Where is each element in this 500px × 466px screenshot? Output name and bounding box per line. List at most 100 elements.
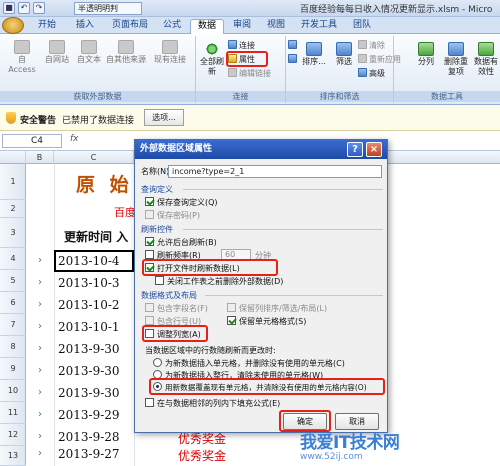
preserve-cell-format-checkbox[interactable]: 保留单元格格式(S) <box>227 316 306 327</box>
connections-button[interactable]: 连接 <box>228 40 255 51</box>
remove-duplicates-button[interactable]: 删除重复项 <box>442 42 470 77</box>
from-web-button[interactable]: 自网站 <box>42 40 72 65</box>
sort-az-icon[interactable] <box>288 40 299 51</box>
data-validation-button[interactable]: 数据有效性 <box>472 42 500 77</box>
help-icon[interactable]: ? <box>347 142 363 157</box>
custom-toolbar-box[interactable]: 半透明明判 <box>74 2 142 15</box>
clear-button[interactable]: 清除 <box>358 40 385 51</box>
date-cell[interactable]: 2013-9-30 <box>58 342 120 356</box>
date-cell[interactable]: 2013-10-2 <box>58 298 120 312</box>
date-cell[interactable]: 2013-10-4 <box>58 254 120 268</box>
refresh-all-button[interactable]: 全部刷新 <box>198 42 226 77</box>
close-icon[interactable]: × <box>366 142 382 157</box>
date-cell[interactable]: 2013-9-30 <box>58 386 120 400</box>
select-all-corner[interactable] <box>0 151 26 164</box>
sort-button[interactable]: 排序... <box>300 42 328 67</box>
office-button[interactable] <box>2 17 24 34</box>
date-cell[interactable]: 2013-9-30 <box>58 364 120 378</box>
query-section-title: 查询定义 <box>141 185 173 194</box>
background-refresh-checkbox[interactable]: 允许后台刷新(B) <box>145 237 217 248</box>
name-box[interactable]: C4 <box>2 134 62 148</box>
from-other-sources-button[interactable]: 自其他来源 <box>106 40 146 65</box>
sort-za-icon[interactable] <box>288 54 299 65</box>
checkbox-icon <box>145 316 154 325</box>
include-field-names-checkbox[interactable]: 包含字段名(F) <box>145 303 208 314</box>
row-header[interactable]: 3 <box>0 218 26 248</box>
row-header[interactable]: 9 <box>0 358 26 380</box>
redo-icon[interactable]: ↷ <box>33 2 45 14</box>
tab-home[interactable]: 开始 <box>32 19 62 34</box>
row-header[interactable]: 8 <box>0 336 26 358</box>
filter-icon <box>336 42 352 56</box>
filter-button[interactable]: 筛选 <box>332 42 356 67</box>
column-header-b[interactable]: B <box>26 151 54 164</box>
date-cell[interactable]: 2013-10-1 <box>58 320 120 334</box>
sort-icon <box>306 42 322 56</box>
fill-formulas-checkbox[interactable]: 在与数据相邻的列内下填充公式(E) <box>145 398 280 409</box>
column-header-c[interactable]: C <box>54 151 134 164</box>
insert-cells-radio[interactable]: 为新数据插入单元格，并删除没有使用的单元格(C) <box>153 358 345 369</box>
tab-insert[interactable]: 插入 <box>70 19 100 34</box>
date-cell[interactable]: 2013-9-27 <box>58 447 120 461</box>
excel-window: ■ ↶ ↷ 半透明明判 百度经验每每日收入情况更新显示.xlsm - Micro… <box>0 0 500 466</box>
undo-icon[interactable]: ↶ <box>18 2 30 14</box>
row-header[interactable]: 6 <box>0 292 26 314</box>
name-input[interactable]: income?type=2_1 <box>168 165 382 178</box>
split-icon <box>418 42 434 56</box>
security-warning-bar: 安全警告 已禁用了数据连接 选项... <box>0 105 500 131</box>
save-query-checkbox[interactable]: 保存查询定义(Q) <box>145 197 218 208</box>
checkbox-icon <box>145 210 154 219</box>
checkbox-icon <box>227 303 236 312</box>
highlight-properties <box>226 51 268 67</box>
tab-formulas[interactable]: 公式 <box>158 19 186 34</box>
row-header[interactable]: 13 <box>0 446 26 466</box>
tab-developer[interactable]: 开发工具 <box>296 19 342 34</box>
group-label-connections: 连接 <box>196 91 285 102</box>
security-message: 已禁用了数据连接 <box>62 116 135 126</box>
advanced-button[interactable]: 高级 <box>358 68 385 79</box>
group-label-external: 获取外部数据 <box>0 91 195 102</box>
sheet-title: 原 始 <box>76 174 133 196</box>
security-options-button[interactable]: 选项... <box>144 109 184 126</box>
row-header[interactable]: 1 <box>0 164 26 200</box>
remove-duplicates-icon <box>448 42 464 56</box>
row-header[interactable]: 12 <box>0 424 26 446</box>
tab-data[interactable]: 数据 <box>190 19 224 34</box>
row-header[interactable]: 2 <box>0 200 26 218</box>
date-cell[interactable]: 2013-9-28 <box>58 430 120 444</box>
row-header[interactable]: 10 <box>0 380 26 402</box>
remove-external-data-checkbox[interactable]: 关闭工作表之前删除外部数据(D) <box>155 276 283 287</box>
text-to-columns-button[interactable]: 分列 <box>414 42 438 67</box>
tab-team[interactable]: 团队 <box>348 19 376 34</box>
row-header[interactable]: 11 <box>0 402 26 424</box>
row-header[interactable]: 4 <box>0 248 26 270</box>
tab-review[interactable]: 审阅 <box>228 19 256 34</box>
edit-links-button[interactable]: 编辑链接 <box>228 68 271 79</box>
divider <box>205 295 383 296</box>
watermark-text: 我爱IT技术网 <box>300 433 400 453</box>
grid-line <box>54 164 55 466</box>
from-access-button[interactable]: 自 Access <box>4 40 40 75</box>
radio-icon <box>153 358 162 367</box>
from-text-button[interactable]: 自文本 <box>74 40 104 65</box>
row-arrow-icon: › <box>38 387 42 398</box>
row-arrow-icon: › <box>38 365 42 376</box>
tab-view[interactable]: 视图 <box>262 19 290 34</box>
save-password-checkbox[interactable]: 保存密码(P) <box>145 210 200 221</box>
existing-connections-button[interactable]: 现有连接 <box>150 40 190 65</box>
connections-icon <box>162 40 178 54</box>
checkbox-icon <box>145 197 154 206</box>
date-cell[interactable]: 2013-10-3 <box>58 276 120 290</box>
ribbon-tabs: 开始 插入 页面布局 公式 数据 审阅 视图 开发工具 团队 <box>0 17 500 34</box>
preserve-sort-checkbox[interactable]: 保留列排序/筛选/布局(L) <box>227 303 327 314</box>
other-sources-icon <box>118 40 134 54</box>
save-icon[interactable]: ■ <box>3 2 15 14</box>
checkbox-icon <box>155 276 164 285</box>
row-header[interactable]: 7 <box>0 314 26 336</box>
prize-cell[interactable]: 优秀奖金 <box>178 447 226 464</box>
group-label-sort-filter: 排序和筛选 <box>286 91 393 102</box>
tab-page-layout[interactable]: 页面布局 <box>108 19 152 34</box>
row-header[interactable]: 5 <box>0 270 26 292</box>
date-cell[interactable]: 2013-9-29 <box>58 408 120 422</box>
fx-icon[interactable]: fx <box>70 134 79 144</box>
